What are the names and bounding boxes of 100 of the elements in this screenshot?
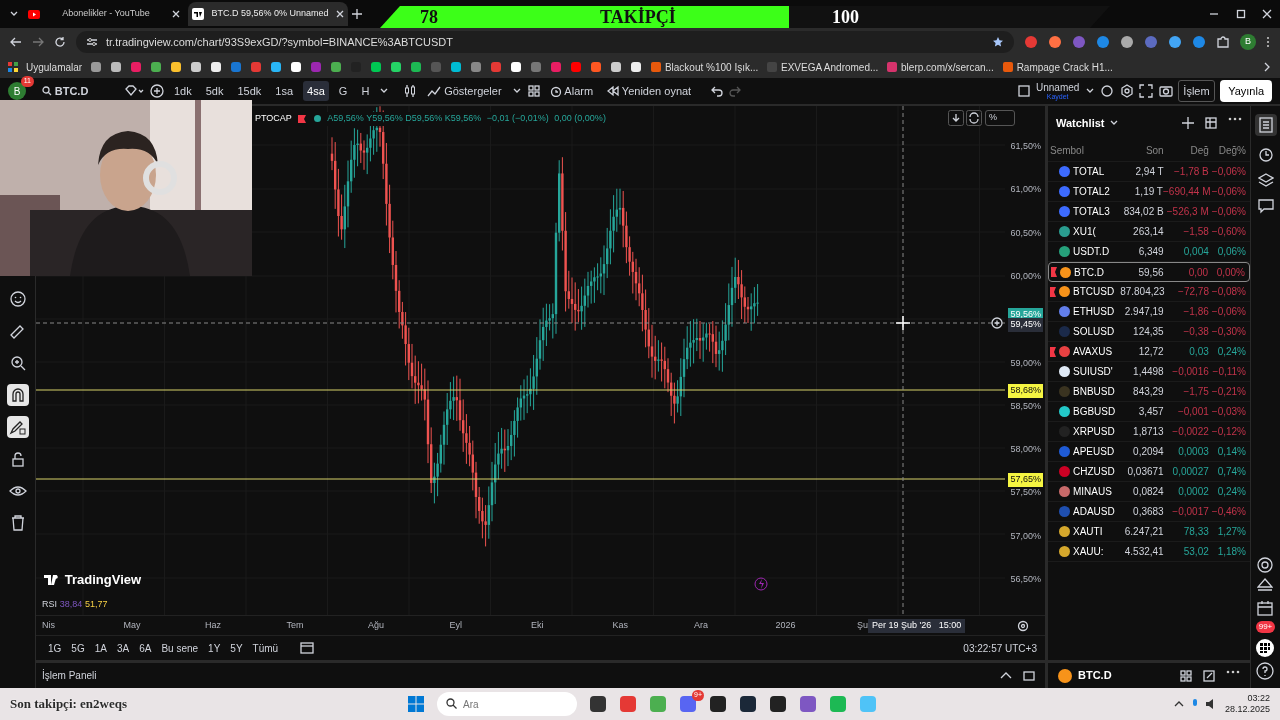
symbol-name[interactable]: BGBUSD [1073,404,1116,419]
indicator-value: 51,77 [85,598,108,611]
watchlist-row[interactable]: TOTAL2 1,19 T−690,44 M−0,06% [1048,182,1250,202]
interval-button[interactable]: 5dk [201,80,228,102]
price-tick: 58,50% [1010,399,1041,413]
watchlist-row[interactable]: XAUTI 6.247,21 78,33 1,27% [1048,522,1250,542]
symbol-name[interactable]: AVAXUS [1073,344,1113,359]
symbol-name[interactable]: USDT.D [1073,244,1110,259]
watchlist-row[interactable]: XRPUSD 1,8713 −0,0022 −0,12% [1048,422,1250,442]
watchlist-row[interactable]: XU1( 263,14 −1,58 −0,60% [1048,222,1250,242]
symbol-name[interactable]: XAUTI [1073,524,1103,539]
indicators-button[interactable]: Göstergeler [423,80,506,102]
symbol-name[interactable]: BTCUSD [1073,284,1115,299]
percent-change: −0,06% [1210,305,1246,319]
percent-change: −0,21% [1210,385,1246,399]
price-tick: 59,00% [1010,356,1041,370]
brand-name: TradingView [64,571,142,589]
watchlist-row[interactable]: XAUU: 4.532,41 53,02 1,18% [1048,542,1250,562]
range-button[interactable]: 1Y [204,638,225,658]
browser-tab[interactable]: Abonelikler - YouTube [24,2,184,26]
column-header[interactable]: Değ% [1208,143,1246,158]
bookmark-link[interactable]: Rampage Crack H1... [1001,59,1113,75]
interval-button[interactable]: 1sa [271,80,298,102]
interval-button[interactable]: H [357,80,374,102]
trade-button[interactable]: İşlem [1178,79,1215,103]
watchlist-row[interactable]: MINAUS 0,0824 0,0002 0,24% [1048,482,1250,502]
interval-button[interactable]: 4sa [303,80,329,102]
column-header[interactable]: Sembol [1050,143,1121,158]
watchlist-row[interactable]: BTCUSD 87.804,23 −72,78 −0,08% [1048,282,1250,302]
range-button[interactable]: 6A [135,638,156,658]
publish-button[interactable]: Yayınla [1220,79,1272,103]
bookmark-link[interactable]: Blackout %100 Işık... [650,59,759,75]
symbol-name[interactable]: CHZUSD [1073,464,1115,479]
profile-avatar[interactable]: B [1240,34,1256,50]
symbol-name[interactable]: XRPUSD [1073,424,1115,439]
watchlist-row[interactable]: APEUSD 0,2094 0,0003 0,14% [1048,442,1250,462]
last-price: 12,72 [1137,345,1164,359]
watchlist-row[interactable]: ADAUSD 0,3683 −0,0017 −0,46% [1048,502,1250,522]
watchlist-row[interactable]: ETHUSD 2.947,19 −1,86 −0,06% [1048,302,1250,322]
watchlist-row[interactable]: AVAXUS 12,72 0,03 0,24% [1048,342,1250,362]
address-bar[interactable]: tr.tradingview.com/chart/93S9exGD/?symbol=BINANCE%3ABTCUSDT [76,31,1014,53]
symbol-name[interactable]: XU1( [1073,224,1096,239]
range-button[interactable]: 3A [112,638,134,658]
watchlist-row[interactable]: TOTAL3 834,02 B −526,3 M −0,06% [1048,202,1250,222]
price-tick: 60,50% [1010,226,1041,240]
symbol-name[interactable]: XAUU: [1073,544,1104,559]
symbol-name[interactable]: APEUSD [1073,444,1115,459]
alert-button[interactable]: Alarm [545,80,598,102]
range-button[interactable]: Tümü [248,638,283,658]
browser-tab[interactable]: BTC.D 59,56% 0% Unnamed [188,2,348,26]
range-button[interactable]: 5G [67,638,89,658]
range-button[interactable]: 5Y [226,638,247,658]
replay-button[interactable]: Yeniden oynat [603,80,696,102]
symbol-name[interactable]: MINAUS [1073,484,1112,499]
watchlist-row[interactable]: SUIUSD' 1,4498 −0,0016 −0,11% [1048,362,1250,382]
symbol-search[interactable]: BTC.D [38,80,118,102]
range-button[interactable]: 1G [44,638,66,658]
watchlist-row[interactable]: BGBUSD 3,457 −0,001 −0,03% [1048,402,1250,422]
percent-change: −0,60% [1210,225,1246,239]
price-change: 0,0002 [1177,485,1209,499]
range-button[interactable]: Bu sene [157,638,203,658]
bookmark-link[interactable]: EXVEGA Andromed... [766,59,879,75]
panel-tab[interactable]: İşlem Paneli [42,668,97,683]
clock-time[interactable]: 03:22 [1247,693,1270,704]
goal-target: 100 [832,6,859,28]
symbol-name[interactable]: SOLUSD [1073,324,1115,339]
symbol-name[interactable]: ETHUSD [1073,304,1115,319]
watchlist-row[interactable]: BTC.D 59,56 0,00 0,00% [1048,262,1250,282]
timezone-clock[interactable]: 03:22:57 UTC+3 [963,640,1037,656]
last-price: 0,03671 [1126,465,1164,479]
symbol-name[interactable]: BNBUSD [1073,384,1115,399]
symbol-name[interactable]: ADAUSD [1073,504,1115,519]
last-price: 1,4498 [1132,365,1164,379]
user-avatar[interactable]: B [8,82,26,100]
column-header[interactable]: Değ [1163,143,1209,158]
watchlist-title[interactable]: Watchlist [1056,114,1105,132]
symbol-name[interactable]: TOTAL2 [1073,184,1110,199]
bookmark-link[interactable]: Uygulamalar [26,59,83,75]
watchlist-row[interactable]: SOLUSD 124,35 −0,38 −0,30% [1048,322,1250,342]
watchlist-row[interactable]: TOTAL 2,94 T −1,78 B −0,06% [1048,162,1250,182]
watchlist-row[interactable]: USDT.D 6,349 0,004 0,06% [1048,242,1250,262]
symbol-name[interactable]: TOTAL [1073,164,1105,179]
time-tick: Tem [286,619,304,630]
interval-button[interactable]: 1dk [170,80,196,102]
layout-name[interactable]: Unnamed [1036,82,1080,93]
symbol-name[interactable]: TOTAL3 [1073,204,1110,219]
column-header[interactable]: Son [1120,143,1164,158]
percent-scale-button[interactable]: % [985,110,1015,126]
clock-date[interactable]: 28.12.2025 [1224,704,1270,715]
interval-button[interactable]: 15dk [233,80,266,102]
symbol-name[interactable]: SUIUSD' [1073,364,1113,379]
symbol-name[interactable]: BTC.D [1078,667,1112,684]
last-price: 59,56 [1137,265,1164,280]
interval-button[interactable]: G [334,80,352,102]
bookmark-link[interactable]: blerp.com/x/sercan... [886,59,994,75]
range-button[interactable]: 1A [90,638,111,658]
watchlist-row[interactable]: CHZUSD 0,03671 0,00027 0,74% [1048,462,1250,482]
symbol-name[interactable]: BTC.D [1074,264,1104,280]
search-field[interactable]: Ara [437,692,577,716]
watchlist-row[interactable]: BNBUSD 843,29 −1,75 −0,21% [1048,382,1250,402]
